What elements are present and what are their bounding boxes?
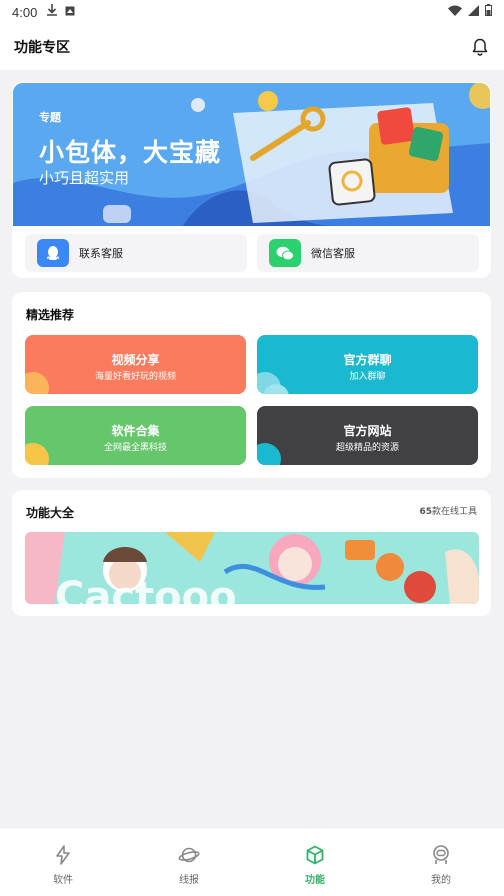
tile-title: 软件合集 — [111, 424, 160, 438]
nav-label: 我的 — [431, 875, 451, 886]
nav-software[interactable]: 软件 — [0, 828, 126, 896]
page-title: 功能专区 — [14, 40, 70, 56]
banner-headline: 小包体，大宝藏 — [39, 138, 222, 167]
battery-icon — [485, 4, 492, 20]
banner-subtitle: 小巧且超实用 — [39, 169, 130, 187]
banner-tag: 专题 — [39, 111, 61, 124]
software-collection-tile[interactable]: 软件合集 全网最全黑科技 — [25, 406, 246, 465]
nav-features[interactable]: 功能 — [252, 828, 378, 896]
nav-label: 软件 — [53, 875, 73, 886]
service-row: 联系客服 微信客服 — [25, 234, 479, 272]
tools-banner[interactable]: Cactooo — [25, 532, 479, 604]
wechat-support-label: 微信客服 — [311, 247, 355, 260]
svg-text:Cactooo: Cactooo — [55, 574, 237, 604]
tools-count-number: 65 — [419, 507, 432, 517]
status-right — [448, 4, 492, 20]
banner-card: 专题 小包体，大宝藏 小巧且超实用 联系客服 微信客服 — [12, 82, 491, 278]
official-website-tile[interactable]: 官方网站 超级精品的资源 — [257, 406, 478, 465]
notification-icon — [65, 5, 75, 20]
nav-profile[interactable]: 我的 — [378, 828, 504, 896]
qq-penguin-icon — [37, 239, 69, 267]
official-group-tile[interactable]: 官方群聊 加入群聊 — [257, 335, 478, 394]
tile-subtitle: 加入群聊 — [349, 372, 386, 382]
tile-title: 视频分享 — [111, 353, 160, 367]
contact-support-label: 联系客服 — [79, 247, 123, 260]
app-bar: 功能专区 — [0, 24, 504, 70]
featured-title: 精选推荐 — [26, 308, 75, 322]
tools-count-suffix: 款在线工具 — [431, 507, 477, 517]
lightning-icon — [56, 845, 70, 865]
status-bar: 4:00 — [0, 0, 504, 24]
tile-title: 官方群聊 — [343, 353, 392, 367]
wifi-icon — [448, 5, 462, 20]
tools-section: 功能大全 65款在线工具 Cactooo — [12, 490, 491, 616]
signal-icon — [468, 4, 479, 20]
tile-title: 官方网站 — [343, 424, 392, 438]
tools-count: 65款在线工具 — [419, 504, 477, 517]
download-icon — [47, 4, 58, 20]
contact-support-button[interactable]: 联系客服 — [25, 234, 247, 272]
tile-subtitle: 海量好看好玩的视频 — [94, 372, 176, 382]
video-share-tile[interactable]: 视频分享 海量好看好玩的视频 — [25, 335, 246, 394]
tools-banner-illustration: Cactooo — [25, 532, 479, 604]
wechat-icon — [269, 239, 301, 267]
tile-subtitle: 超级精品的资源 — [335, 443, 399, 453]
bell-icon[interactable] — [470, 37, 490, 57]
nav-label: 线报 — [179, 875, 199, 886]
cube-icon — [306, 845, 324, 865]
tools-title: 功能大全 — [26, 506, 75, 520]
nav-news[interactable]: 线报 — [126, 828, 252, 896]
featured-section: 精选推荐 视频分享 海量好看好玩的视频 官方群聊 加入群聊 软件合集 全网最全黑… — [12, 292, 491, 478]
astronaut-icon — [433, 845, 449, 864]
wechat-support-button[interactable]: 微信客服 — [257, 234, 479, 272]
nav-label: 功能 — [305, 875, 325, 886]
status-time: 4:00 — [12, 4, 38, 20]
promo-banner[interactable]: 专题 小包体，大宝藏 小巧且超实用 — [13, 83, 490, 226]
planet-icon — [178, 847, 200, 863]
tile-subtitle: 全网最全黑科技 — [103, 443, 167, 453]
bottom-nav: 软件 线报 功能 我的 — [0, 827, 504, 896]
